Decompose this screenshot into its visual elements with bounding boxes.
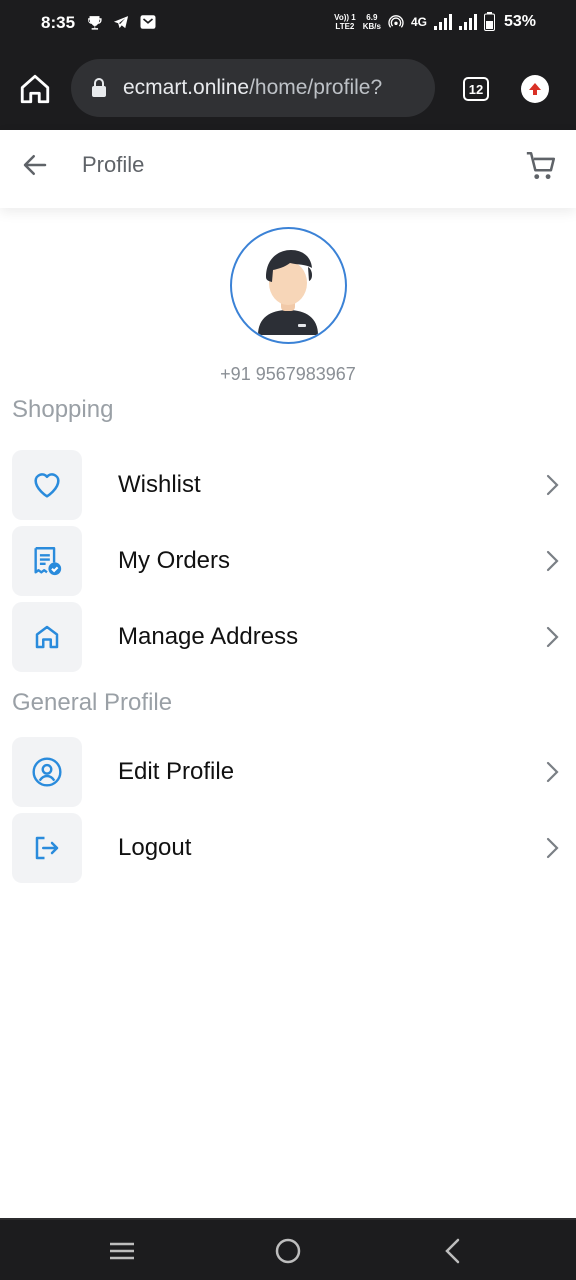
mail-icon (140, 15, 156, 29)
chevron-right-icon (546, 837, 559, 859)
home-icon[interactable] (18, 72, 52, 106)
chevron-right-icon (546, 550, 559, 572)
orders-receipt-icon (34, 547, 62, 576)
section-title-general-profile: General Profile (12, 689, 173, 716)
status-time: 8:35 (41, 13, 76, 32)
user-circle-icon (32, 757, 62, 787)
system-nav-bar (0, 1218, 576, 1280)
phone-number: +91 9567983967 (220, 364, 356, 384)
url-domain: ecmart.online (123, 76, 250, 99)
menu-item-manage-address[interactable]: Manage Address (12, 602, 564, 672)
logout-icon (35, 836, 59, 860)
heart-icon (34, 473, 60, 498)
menu-item-wishlist[interactable]: Wishlist (12, 450, 564, 520)
menu-item-edit-profile[interactable]: Edit Profile (12, 737, 564, 807)
cart-icon[interactable] (524, 149, 558, 183)
home-circle-icon[interactable] (273, 1236, 303, 1266)
menu-item-logout[interactable]: Logout (12, 813, 564, 883)
section-title-shopping: Shopping (12, 396, 114, 423)
url-path: /home/profile? (249, 76, 383, 99)
user-avatar-icon (258, 250, 318, 335)
tab-switcher-button[interactable]: 12 (463, 77, 489, 101)
menu-label: Logout (118, 834, 192, 861)
address-bar[interactable]: ecmart.online/home/profile? (71, 59, 435, 117)
chevron-right-icon (546, 626, 559, 648)
chevron-right-icon (546, 474, 559, 496)
menu-label: My Orders (118, 547, 231, 574)
arrow-up-icon (529, 83, 541, 95)
trophy-icon (88, 15, 102, 30)
home-address-icon (35, 625, 59, 649)
browser-toolbar: ecmart.online/home/profile? 12 (0, 48, 576, 130)
menu-label: Manage Address (118, 623, 299, 650)
battery-icon (483, 12, 495, 31)
page-title: Profile (82, 152, 145, 177)
back-arrow-icon[interactable] (20, 150, 50, 180)
nav-back-icon[interactable] (438, 1236, 468, 1266)
chevron-right-icon (546, 761, 559, 783)
status-bar: 8:35 Vo)) 1 LTE2 6.9 KB/s 4G 53% (0, 0, 576, 48)
menu-item-my-orders[interactable]: My Orders (12, 526, 564, 596)
telegram-icon (113, 15, 129, 28)
recent-apps-icon[interactable] (107, 1236, 137, 1266)
update-button[interactable] (521, 75, 549, 103)
menu-label: Wishlist (118, 471, 201, 498)
signal-icon (458, 13, 477, 30)
lock-icon (92, 78, 106, 97)
battery-percent: 53% (503, 12, 536, 30)
app-header: Profile (0, 130, 576, 208)
signal-icon (433, 13, 452, 30)
network-type: 4G (410, 14, 427, 29)
menu-label: Edit Profile (118, 758, 235, 785)
avatar (230, 227, 347, 344)
hotspot-icon (388, 14, 404, 28)
